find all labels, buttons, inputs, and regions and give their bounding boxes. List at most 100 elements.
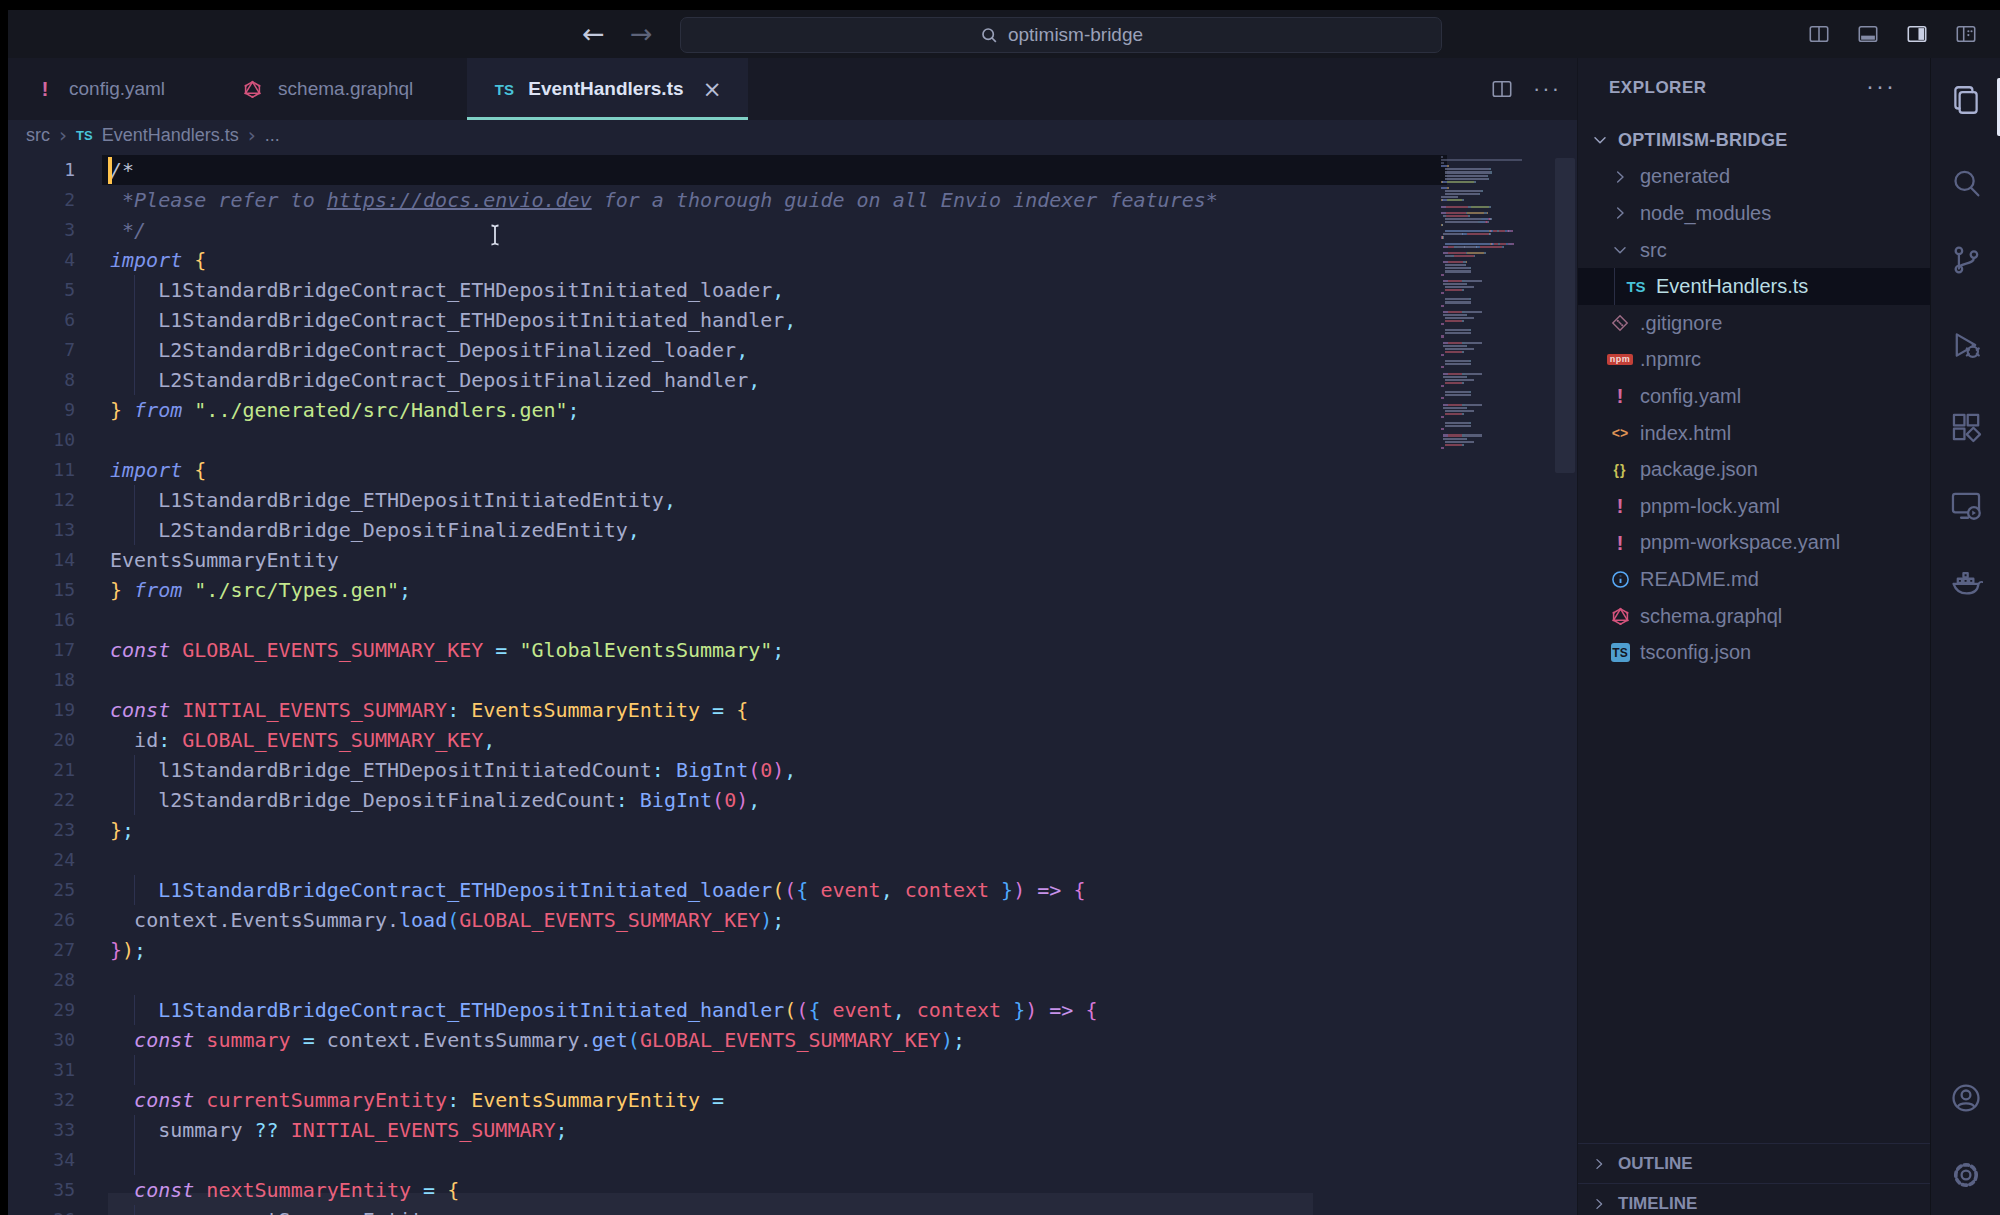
code-line-27: 27}); — [8, 935, 1577, 965]
code-line-29: 29 L1StandardBridgeContract_ETHDepositIn… — [8, 995, 1577, 1025]
tree-file-EventHandlers.ts[interactable]: TSEventHandlers.ts — [1578, 268, 1930, 305]
line-number: 15 — [8, 575, 75, 605]
more-actions-icon[interactable]: ··· — [1533, 76, 1561, 102]
accounts-icon[interactable] — [1949, 1081, 1983, 1115]
docker-icon[interactable] — [1949, 566, 1983, 600]
code-line-14: 14EventsSummaryEntity — [8, 545, 1577, 575]
forward-button[interactable]: → — [630, 10, 653, 58]
tree-workspace-OPTIMISM-BRIDGE[interactable]: OPTIMISM-BRIDGE — [1578, 122, 1930, 159]
tab-config.yaml[interactable]: !config.yaml — [8, 58, 191, 120]
tab-schema.graphql[interactable]: schema.graphql — [217, 58, 439, 120]
code-line-15: 15} from "./src/Types.gen"; — [8, 575, 1577, 605]
command-center-search[interactable]: optimism-bridge — [680, 17, 1442, 53]
line-number: 5 — [8, 275, 75, 305]
extensions-icon[interactable] — [1949, 410, 1983, 444]
tree-file-.npmrc[interactable]: npm.npmrc — [1578, 342, 1930, 379]
code-line-11: 11import { — [8, 455, 1577, 485]
code-line-25: 25 L1StandardBridgeContract_ETHDepositIn… — [8, 875, 1577, 905]
code-line-6: 6 L1StandardBridgeContract_ETHDepositIni… — [8, 305, 1577, 335]
indent-guide — [134, 755, 135, 815]
panel-timeline[interactable]: TIMELINE — [1578, 1183, 1930, 1215]
tree-file-pnpm-workspace.yaml[interactable]: !pnpm-workspace.yaml — [1578, 525, 1930, 562]
line-number: 22 — [8, 785, 75, 815]
tree-folder-src[interactable]: src — [1578, 232, 1930, 269]
files-icon[interactable] — [1949, 83, 1983, 117]
settings-icon[interactable] — [1949, 1158, 1983, 1192]
chevron-down-icon — [1592, 132, 1608, 148]
code-line-30: 30 const summary = context.EventsSummary… — [8, 1025, 1577, 1055]
tree-file-package.json[interactable]: {}package.json — [1578, 451, 1930, 488]
tree-item-label: generated — [1640, 165, 1730, 188]
search-icon — [979, 25, 999, 45]
tab-close-icon[interactable]: × — [703, 76, 722, 102]
line-number: 29 — [8, 995, 75, 1025]
line-number: 28 — [8, 965, 75, 995]
tree-item-label: .gitignore — [1640, 312, 1722, 335]
line-number: 1 — [8, 155, 75, 185]
breadcrumb[interactable]: src›TSEventHandlers.ts›... — [8, 120, 1577, 150]
code-line-31: 31 — [8, 1055, 1577, 1085]
code-editor[interactable]: 1/*2 *Please refer to https://docs.envio… — [8, 150, 1577, 1215]
back-button[interactable]: ← — [582, 10, 605, 58]
tree-file-config.yaml[interactable]: !config.yaml — [1578, 378, 1930, 415]
code-line-4: 4import { — [8, 245, 1577, 275]
code-line-21: 21 l1StandardBridge_ETHDepositInitiatedC… — [8, 755, 1577, 785]
tree-file-index.html[interactable]: <>index.html — [1578, 415, 1930, 452]
line-number: 27 — [8, 935, 75, 965]
split-editor-icon[interactable] — [1491, 78, 1513, 100]
tree-file-README.md[interactable]: README.md — [1578, 561, 1930, 598]
tab-label: EventHandlers.ts — [528, 78, 683, 100]
line-number: 24 — [8, 845, 75, 875]
line-number: 12 — [8, 485, 75, 515]
chevron-right-icon — [1592, 1157, 1606, 1171]
tree-file-tsconfig.json[interactable]: TS tsconfig.json — [1578, 634, 1930, 671]
line-number: 14 — [8, 545, 75, 575]
panel-outline[interactable]: OUTLINE — [1578, 1143, 1930, 1183]
tree-file-schema.graphql[interactable]: schema.graphql — [1578, 598, 1930, 635]
line-number: 7 — [8, 335, 75, 365]
horizontal-scrollbar[interactable] — [108, 1193, 1313, 1215]
breadcrumb-item[interactable]: EventHandlers.ts — [102, 125, 239, 146]
tree-folder-node_modules[interactable]: node_modules — [1578, 195, 1930, 232]
tsconfig-icon: TS — [1611, 643, 1630, 662]
explorer-more-icon[interactable]: ··· — [1866, 72, 1896, 100]
indent-guide — [134, 485, 135, 545]
breadcrumb-item[interactable]: ... — [265, 125, 280, 146]
sidebar-right-icon[interactable] — [1900, 18, 1933, 51]
source-control-icon[interactable] — [1949, 243, 1983, 277]
tree-folder-generated[interactable]: generated — [1578, 159, 1930, 196]
line-number: 30 — [8, 1025, 75, 1055]
search-icon[interactable] — [1949, 166, 1983, 200]
run-debug-icon[interactable] — [1949, 328, 1983, 362]
line-number: 26 — [8, 905, 75, 935]
line-number: 33 — [8, 1115, 75, 1145]
remote-explorer-icon[interactable] — [1949, 488, 1983, 522]
ts-icon: TS — [76, 128, 93, 143]
tree-item-label: tsconfig.json — [1640, 641, 1751, 664]
graphql-icon — [243, 80, 265, 99]
code-line-3: 3 */ — [8, 215, 1577, 245]
tree-item-label: OPTIMISM-BRIDGE — [1618, 130, 1788, 151]
indent-guide — [134, 1055, 135, 1085]
line-number: 36 — [8, 1205, 75, 1215]
breadcrumb-item[interactable]: src — [26, 125, 50, 146]
code-line-5: 5 L1StandardBridgeContract_ETHDepositIni… — [8, 275, 1577, 305]
minimap[interactable] — [1441, 156, 1545, 1215]
layout-icon[interactable] — [1949, 18, 1982, 51]
tree-file-pnpm-lock.yaml[interactable]: !pnpm-lock.yaml — [1578, 488, 1930, 525]
explorer-title: EXPLORER — [1609, 78, 1707, 98]
tree-file-.gitignore[interactable]: .gitignore — [1578, 305, 1930, 342]
code-line-1: 1/* — [8, 155, 1577, 185]
line-number: 35 — [8, 1175, 75, 1205]
tree-item-label: pnpm-lock.yaml — [1640, 495, 1780, 518]
tree-indent-guide — [1614, 268, 1615, 305]
activity-bar — [1930, 58, 2000, 1215]
code-line-28: 28 — [8, 965, 1577, 995]
code-line-20: 20 id: GLOBAL_EVENTS_SUMMARY_KEY, — [8, 725, 1577, 755]
chevron-down-icon — [1612, 242, 1628, 258]
panel-icon[interactable] — [1851, 18, 1884, 51]
line-number: 16 — [8, 605, 75, 635]
tab-EventHandlers.ts[interactable]: TSEventHandlers.ts× — [467, 58, 748, 120]
split-editor-icon[interactable] — [1802, 18, 1835, 51]
vertical-scrollbar[interactable] — [1555, 158, 1575, 473]
